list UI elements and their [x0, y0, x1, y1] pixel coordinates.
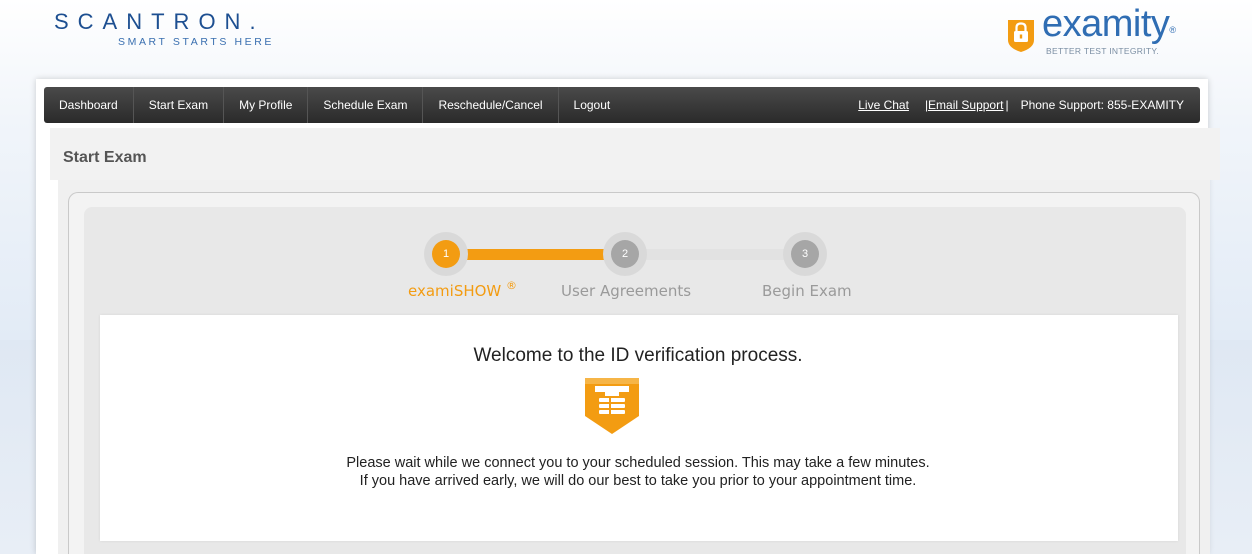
- step-1-label-text: examiSHOW: [408, 282, 502, 300]
- nav-support: Live Chat |Email Support | Phone Support…: [858, 98, 1200, 112]
- wait-message-line-1: Please wait while we connect you to your…: [346, 455, 930, 471]
- nav-logout[interactable]: Logout: [559, 87, 626, 123]
- main-navbar: Dashboard Start Exam My Profile Schedule…: [44, 87, 1200, 123]
- page-title: Start Exam: [63, 149, 147, 166]
- progress-track-completed: [450, 249, 625, 260]
- site-header: SCANTRON. SMART STARTS HERE examity® BET…: [0, 0, 1252, 72]
- step-3-indicator: 3: [783, 232, 827, 276]
- scantron-tagline: SMART STARTS HERE: [118, 36, 275, 48]
- nav-my-profile[interactable]: My Profile: [224, 87, 309, 123]
- email-support-link[interactable]: |Email Support: [925, 98, 1004, 112]
- nav-start-exam[interactable]: Start Exam: [134, 87, 225, 123]
- live-chat-link[interactable]: Live Chat: [858, 98, 909, 112]
- title-bar: [50, 128, 1220, 180]
- examity-wordmark-text: examity: [1042, 3, 1170, 45]
- step-1-label: examiSHOW ®: [408, 279, 518, 300]
- step-1-indicator: 1: [424, 232, 468, 276]
- phone-support-text: Phone Support: 855-EXAMITY: [1020, 98, 1184, 112]
- scantron-wordmark: SCANTRON.: [54, 9, 265, 34]
- nav-separator: |: [1005, 98, 1009, 112]
- examity-registered-mark: ®: [1169, 25, 1176, 35]
- shield-id-icon: [585, 378, 639, 434]
- step-3-label: Begin Exam: [762, 282, 852, 300]
- step-1-number: 1: [432, 240, 460, 268]
- nav-schedule-exam[interactable]: Schedule Exam: [308, 87, 424, 123]
- nav-reschedule-cancel[interactable]: Reschedule/Cancel: [423, 87, 559, 123]
- step-2-indicator: 2: [603, 232, 647, 276]
- step-2-number: 2: [611, 240, 639, 268]
- step-2-label: User Agreements: [561, 282, 692, 300]
- scantron-logo[interactable]: SCANTRON. SMART STARTS HERE: [54, 9, 275, 49]
- wait-message-line-2: If you have arrived early, we will do ou…: [359, 473, 917, 489]
- progress-track-pending: [625, 249, 805, 260]
- nav-dashboard[interactable]: Dashboard: [44, 87, 134, 123]
- examity-wordmark: examity®: [1042, 2, 1176, 46]
- lock-icon: [1008, 20, 1034, 52]
- welcome-heading: Welcome to the ID verification process.: [473, 345, 803, 366]
- step-3-number: 3: [791, 240, 819, 268]
- examity-logo[interactable]: examity® BETTER TEST INTEGRITY.: [1006, 3, 1206, 58]
- step-1-registered-mark: ®: [506, 279, 518, 292]
- examity-tagline: BETTER TEST INTEGRITY.: [1046, 46, 1159, 56]
